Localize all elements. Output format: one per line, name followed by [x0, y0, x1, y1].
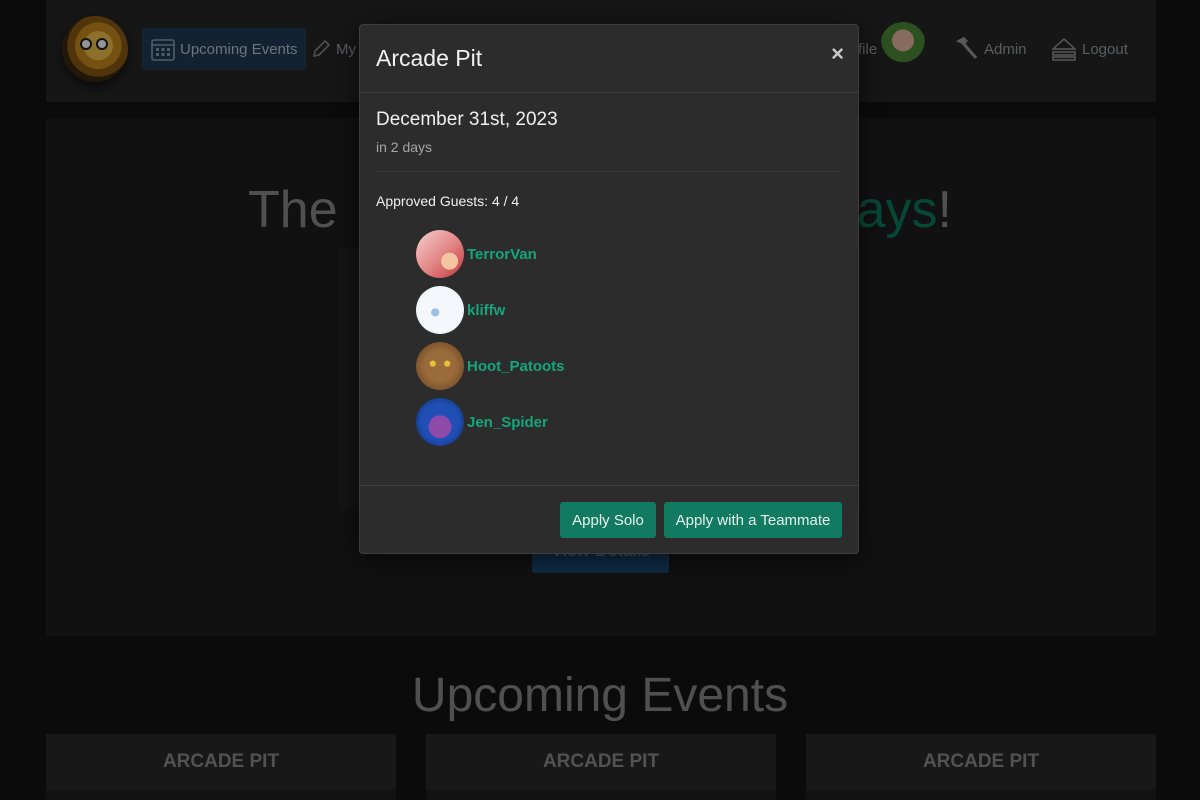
event-date: December 31st, 2023: [376, 109, 558, 130]
avatar: [416, 286, 464, 334]
guest-name-link[interactable]: kliffw: [467, 302, 505, 319]
event-modal: Arcade Pit × December 31st, 2023 in 2 da…: [359, 24, 859, 554]
apply-solo-button[interactable]: Apply Solo: [560, 502, 656, 538]
modal-title: Arcade Pit: [376, 45, 483, 71]
guest-name-link[interactable]: Hoot_Patoots: [467, 358, 565, 375]
avatar: [416, 342, 464, 390]
guest-list: TerrorVan kliffw Hoot_Patoots Jen_Spider: [416, 230, 565, 454]
guest-item: TerrorVan: [416, 230, 565, 278]
close-icon[interactable]: ×: [831, 41, 844, 67]
modal-footer: Apply Solo Apply with a Teammate: [360, 485, 858, 555]
guest-name-link[interactable]: Jen_Spider: [467, 414, 548, 431]
guest-item: kliffw: [416, 286, 565, 334]
avatar: [416, 230, 464, 278]
modal-header: Arcade Pit ×: [360, 25, 858, 93]
event-relative-time: in 2 days: [376, 139, 433, 155]
guest-item: Hoot_Patoots: [416, 342, 565, 390]
guest-name-link[interactable]: TerrorVan: [467, 246, 537, 263]
apply-with-teammate-button[interactable]: Apply with a Teammate: [664, 502, 842, 538]
divider: [376, 171, 842, 172]
approved-guests-count: Approved Guests: 4 / 4: [376, 193, 520, 209]
guest-item: Jen_Spider: [416, 398, 565, 446]
avatar: [416, 398, 464, 446]
